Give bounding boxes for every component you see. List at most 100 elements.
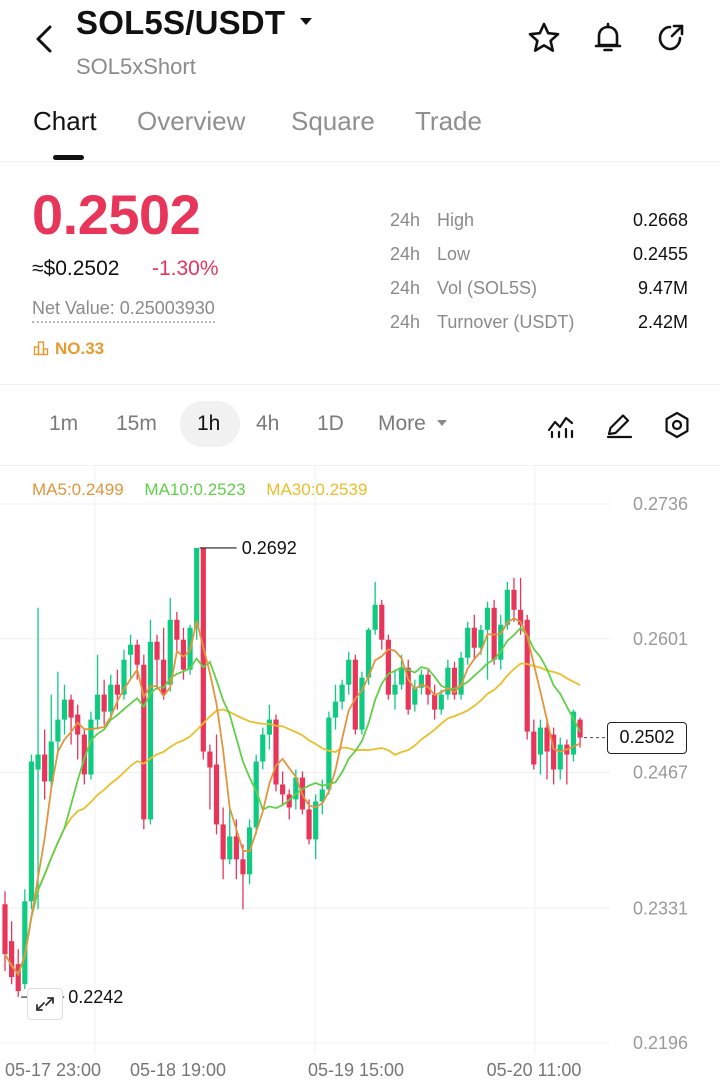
candle [68,694,74,745]
candle-body [458,657,464,695]
divider [0,384,720,385]
candle [127,634,134,680]
candlestick-chart[interactable]: 0.2736 0.2601 0.2467 0.2331 0.2196 05-17 23:0… [0,466,720,1089]
high-marker-label: 0.2692 [242,538,297,558]
caret-down-icon[interactable] [298,14,314,30]
y-tick-label: 0.2467 [633,763,688,783]
candle [207,744,213,810]
rank-badge[interactable]: NO.33 [33,339,104,359]
interval-1h[interactable]: 1h [197,412,220,436]
candle [451,661,458,700]
candle [75,704,81,760]
interval-more[interactable]: More [378,412,448,436]
candle [359,671,365,735]
candle-body [379,604,385,640]
candle-body [61,699,68,720]
draw-icon[interactable] [604,410,634,440]
candle [471,614,477,660]
candle-body [194,547,200,628]
candle [392,669,398,710]
candle-body [2,904,8,955]
y-tick-label: 0.2196 [633,1033,688,1053]
candle-body [55,719,61,742]
candle [141,654,147,830]
y-tick-label: 0.2331 [633,898,688,918]
candle [55,671,61,755]
candle-body [260,734,266,762]
candle-body [445,667,451,695]
candle [339,679,345,710]
candle-body [147,641,154,820]
approx-usd-price: ≈$0.2502 [32,257,120,280]
candle-body [154,641,160,660]
candle-body [266,719,272,735]
candle [465,621,471,665]
candle [372,581,378,635]
candle-body [174,619,180,640]
candle-body [101,694,107,712]
caret-down-icon [436,420,447,426]
candle [227,809,233,865]
settings-icon[interactable] [662,410,692,440]
candle-body [399,667,405,685]
candle [458,651,464,700]
net-value[interactable]: Net Value: 0.25003930 [32,298,215,323]
indicator-icon[interactable] [546,410,576,440]
candle [551,727,557,785]
candle-body [127,644,134,655]
candle [418,669,425,695]
candle [557,737,563,780]
candle-body [339,684,345,702]
interval-15m[interactable]: 15m [116,412,157,436]
stat-label: Vol (SOL5S) [437,278,538,298]
candle [213,734,220,835]
candle [154,634,160,690]
candle-body [537,727,544,755]
candle [531,719,537,770]
candle [332,684,339,730]
share-icon[interactable] [652,20,688,56]
candle-body [385,639,391,695]
ma30-line [4,662,581,976]
interval-4h[interactable]: 4h [256,412,279,436]
candle-body [161,659,167,695]
candle-body [425,674,431,695]
candle-body [240,859,246,875]
stat-value: 0.2668 [632,210,688,230]
pair-title[interactable]: SOL5S/USDT [76,4,285,42]
star-icon[interactable] [526,20,562,56]
ranking-icon [33,341,49,356]
candle-body [412,687,418,705]
x-tick-label: 05-18 19:00 [130,1060,226,1080]
back-arrow-icon[interactable] [30,22,60,56]
tab-overview[interactable]: Overview [137,106,245,137]
stat-period: 24h [390,278,421,298]
candle [61,684,68,735]
collapse-chart-button[interactable] [27,988,63,1020]
interval-1m[interactable]: 1m [49,412,78,436]
candle-body [465,627,471,658]
tab-trade[interactable]: Trade [415,106,482,137]
stat-period: 24h [390,244,421,264]
interval-1d[interactable]: 1D [317,412,344,436]
tab-square[interactable]: Square [291,106,375,137]
candle [577,717,583,748]
stat-row-low: 24h Low 0.2455 [390,244,690,270]
stat-label: High [437,210,475,230]
candle-body [35,754,41,770]
main-tabs: Chart Overview Square Trade [0,100,720,162]
candle [445,659,451,700]
candle-body [346,659,352,685]
candle [379,599,385,650]
bell-icon[interactable] [590,20,626,56]
tab-chart[interactable]: Chart [33,106,97,137]
rank-label: NO.33 [55,339,105,358]
candle [280,771,286,805]
candle [432,684,438,720]
candle-body [28,761,35,902]
candle-body [511,589,517,610]
current-price-tag[interactable]: 0.2502 [607,722,687,754]
candle [498,614,504,670]
candle-body [114,684,120,695]
candle [412,679,418,712]
